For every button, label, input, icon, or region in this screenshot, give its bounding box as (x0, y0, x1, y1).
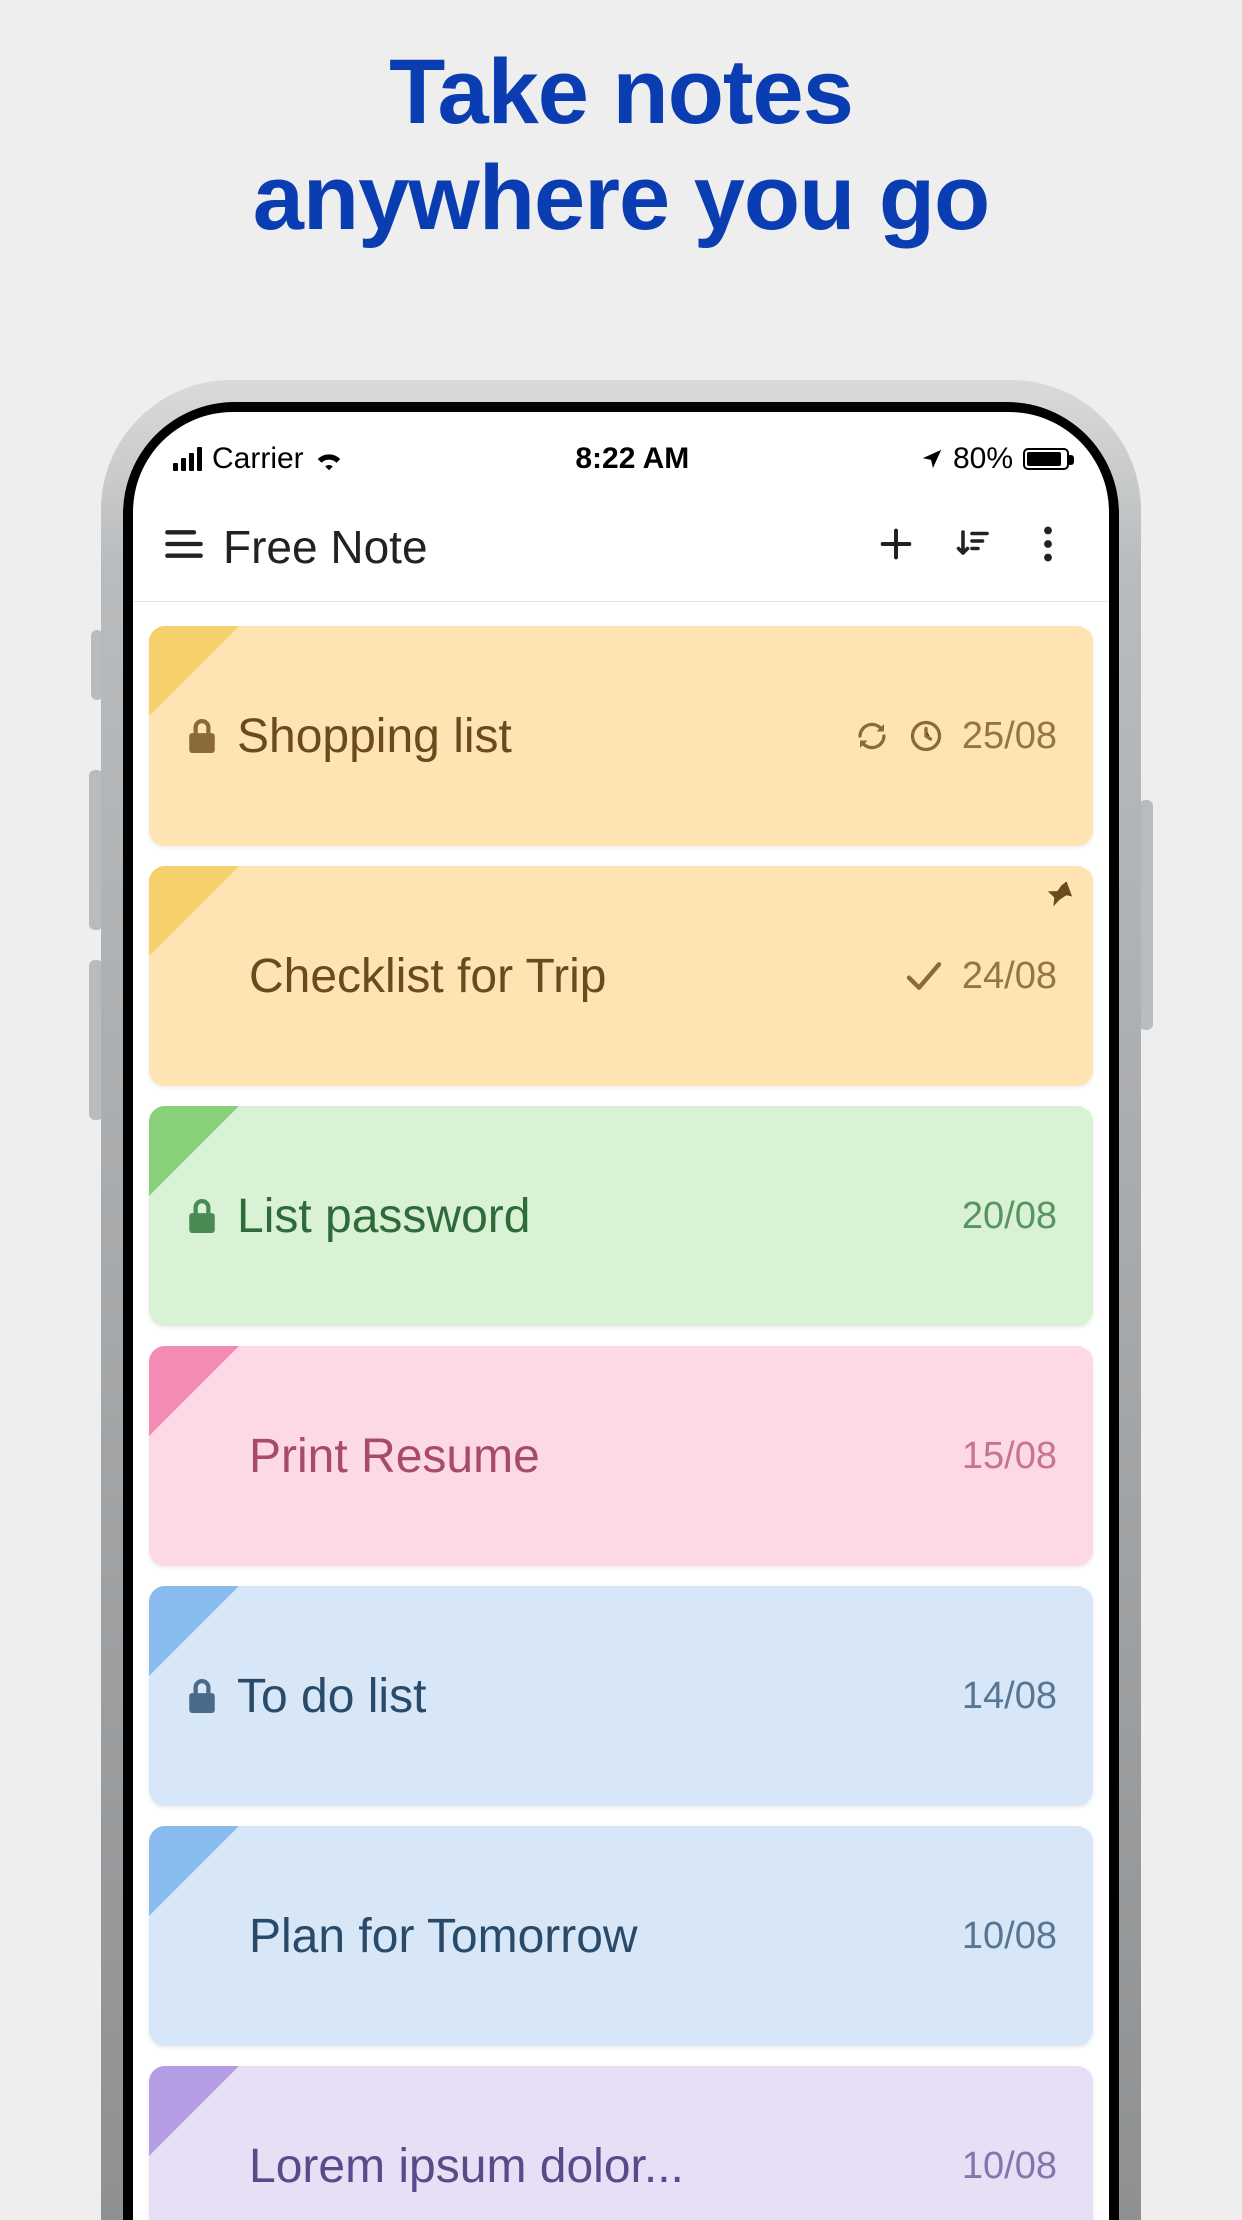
note-right: 10/08 (962, 1915, 1057, 1958)
note-fold-corner (149, 1346, 239, 1436)
note-date: 24/08 (962, 955, 1057, 998)
note-card[interactable]: Print Resume 15/08 (149, 1346, 1093, 1566)
note-date: 20/08 (962, 1195, 1057, 1238)
notes-list: Shopping list 25/08 Checklist for Trip 24/0… (133, 602, 1109, 2220)
more-vertical-icon (1043, 526, 1053, 567)
note-left: List password (185, 1189, 962, 1244)
note-fold-corner (149, 866, 239, 956)
add-note-button[interactable] (863, 514, 929, 580)
note-card[interactable]: Shopping list 25/08 (149, 626, 1093, 846)
battery-percent: 80% (953, 442, 1013, 476)
note-card[interactable]: Plan for Tomorrow 10/08 (149, 1826, 1093, 2046)
note-fold-corner (149, 1826, 239, 1916)
menu-button[interactable] (151, 514, 217, 580)
note-right: 24/08 (904, 955, 1057, 998)
lock-icon (185, 716, 219, 756)
clock-icon (908, 718, 944, 754)
note-title: Shopping list (237, 709, 512, 764)
note-right: 20/08 (962, 1195, 1057, 1238)
note-left: Print Resume (185, 1429, 962, 1484)
app-title: Free Note (223, 520, 863, 574)
note-date: 10/08 (962, 2145, 1057, 2188)
note-fold-corner (149, 626, 239, 716)
note-date: 25/08 (962, 715, 1057, 758)
note-left: Plan for Tomorrow (185, 1909, 962, 1964)
note-date: 10/08 (962, 1915, 1057, 1958)
note-title: Checklist for Trip (249, 949, 606, 1004)
signal-icon (173, 447, 202, 471)
note-fold-corner (149, 1106, 239, 1196)
note-left: To do list (185, 1669, 962, 1724)
hamburger-icon (164, 529, 204, 564)
plus-icon (876, 524, 916, 569)
note-title: Print Resume (249, 1429, 540, 1484)
headline-line2: anywhere you go (0, 146, 1242, 252)
note-card[interactable]: Checklist for Trip 24/08 (149, 866, 1093, 1086)
note-fold-corner (149, 2066, 239, 2156)
note-left: Lorem ipsum dolor... (185, 2139, 962, 2194)
phone-mockup: Carrier 8:22 AM 80% (101, 380, 1141, 2220)
more-button[interactable] (1015, 514, 1081, 580)
note-card[interactable]: List password 20/08 (149, 1106, 1093, 1326)
pin-icon (1041, 876, 1075, 915)
status-time: 8:22 AM (344, 442, 921, 476)
app-bar: Free Note (133, 492, 1109, 602)
note-left: Shopping list (185, 709, 854, 764)
marketing-headline: Take notes anywhere you go (0, 0, 1242, 252)
sort-icon (954, 526, 990, 567)
note-right: 10/08 (962, 2145, 1057, 2188)
note-left: Checklist for Trip (185, 949, 904, 1004)
status-bar: Carrier 8:22 AM 80% (133, 426, 1109, 492)
sync-icon (854, 718, 890, 754)
note-date: 15/08 (962, 1435, 1057, 1478)
sort-button[interactable] (939, 514, 1005, 580)
note-card[interactable]: To do list 14/08 (149, 1586, 1093, 1806)
note-fold-corner (149, 1586, 239, 1676)
note-title: Lorem ipsum dolor... (249, 2139, 684, 2194)
note-date: 14/08 (962, 1675, 1057, 1718)
note-right: 25/08 (854, 715, 1057, 758)
battery-icon (1023, 448, 1069, 470)
note-right: 15/08 (962, 1435, 1057, 1478)
note-right: 14/08 (962, 1675, 1057, 1718)
carrier-label: Carrier (212, 442, 304, 476)
location-icon (921, 448, 943, 470)
check-icon (904, 959, 944, 993)
headline-line1: Take notes (0, 40, 1242, 146)
note-title: List password (237, 1189, 530, 1244)
note-title: To do list (237, 1669, 426, 1724)
note-title: Plan for Tomorrow (249, 1909, 638, 1964)
lock-icon (185, 1196, 219, 1236)
lock-icon (185, 1676, 219, 1716)
note-card[interactable]: Lorem ipsum dolor... 10/08 (149, 2066, 1093, 2220)
wifi-icon (314, 447, 344, 471)
phone-power-button (1139, 800, 1153, 1030)
